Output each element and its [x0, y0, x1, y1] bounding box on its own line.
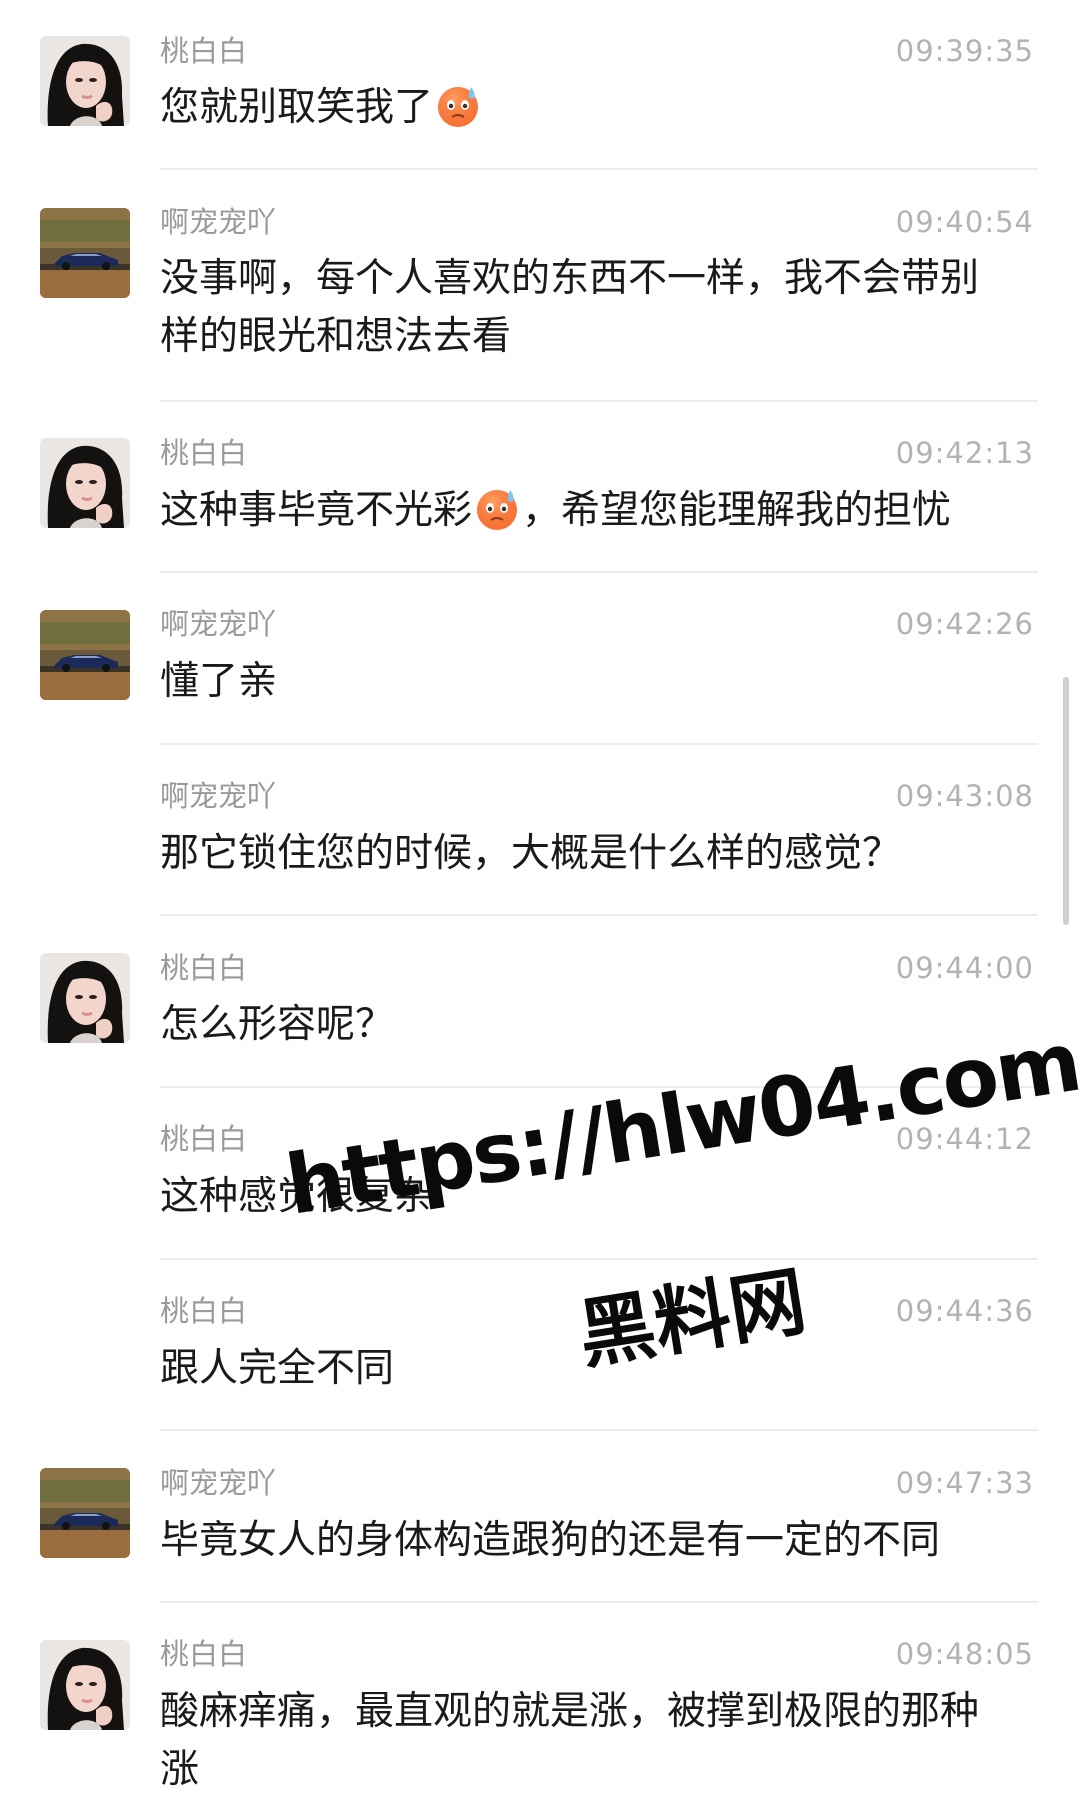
message-time: 09:42:26	[895, 607, 1034, 641]
female-portrait-icon[interactable]	[40, 36, 130, 126]
message-time: 09:44:12	[895, 1122, 1034, 1156]
message-text[interactable]: 那它锁住您的时候，大概是什么样的感觉？	[160, 825, 1040, 883]
sender-name: 桃白白	[160, 436, 248, 470]
sender-name: 桃白白	[160, 1122, 248, 1156]
message-time: 09:42:13	[895, 436, 1034, 470]
message-divider	[160, 1258, 1038, 1260]
sender-name: 啊宠宠吖	[160, 779, 277, 813]
message-time: 09:43:08	[895, 779, 1034, 813]
message-text[interactable]: 毕竟女人的身体构造跟狗的还是有一定的不同	[160, 1512, 1040, 1570]
message-time: 09:48:05	[895, 1637, 1034, 1671]
message-divider	[160, 400, 1038, 402]
sender-name: 桃白白	[160, 1294, 248, 1328]
message-divider	[160, 1601, 1038, 1603]
message-divider	[160, 914, 1038, 916]
blue-car-icon[interactable]	[40, 1468, 130, 1558]
message-text[interactable]: 酸麻痒痛，最直观的就是涨，被撑到极限的那种 涨	[160, 1683, 1040, 1799]
female-portrait-icon[interactable]	[40, 1640, 130, 1730]
sender-name: 啊宠宠吖	[160, 607, 277, 641]
message-divider	[160, 1429, 1038, 1431]
cold-sweat-emoji-icon	[474, 486, 520, 532]
message-time: 09:47:33	[895, 1466, 1034, 1500]
sender-name: 桃白白	[160, 1637, 248, 1671]
sender-name: 啊宠宠吖	[160, 205, 277, 239]
message-text[interactable]: 没事啊，每个人喜欢的东西不一样，我不会带别 样的眼光和想法去看	[160, 250, 1040, 366]
sender-name: 桃白白	[160, 951, 248, 985]
cold-sweat-emoji-icon	[435, 83, 481, 129]
message-time: 09:44:00	[895, 951, 1034, 985]
blue-car-icon[interactable]	[40, 208, 130, 298]
message-time: 09:40:54	[895, 205, 1034, 239]
female-portrait-icon[interactable]	[40, 953, 130, 1043]
message-text[interactable]: 这种事毕竟不光彩 ，希望您能理解我的担忧	[160, 482, 1040, 540]
sender-name: 啊宠宠吖	[160, 1466, 277, 1500]
message-text[interactable]: 懂了亲	[160, 653, 1040, 711]
message-text[interactable]: 您就别取笑我了	[160, 79, 1040, 137]
message-divider	[160, 571, 1038, 573]
message-divider	[160, 743, 1038, 745]
message-divider	[160, 1086, 1038, 1088]
female-portrait-icon[interactable]	[40, 438, 130, 528]
scrollbar[interactable]	[1063, 677, 1069, 925]
sender-name: 桃白白	[160, 34, 248, 68]
message-text[interactable]: 怎么形容呢？	[160, 996, 1040, 1054]
message-text[interactable]: 跟人完全不同	[160, 1340, 1040, 1398]
message-time: 09:39:35	[895, 34, 1034, 68]
message-text[interactable]: 这种感觉很复杂	[160, 1168, 1040, 1226]
message-time: 09:44:36	[895, 1294, 1034, 1328]
blue-car-icon[interactable]	[40, 610, 130, 700]
message-divider	[160, 168, 1038, 170]
